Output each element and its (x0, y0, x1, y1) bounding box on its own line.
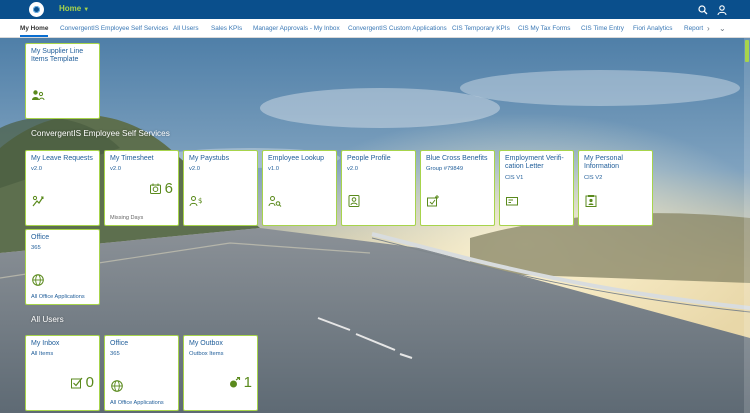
tile-kpi: 1 (228, 374, 252, 391)
tile-title: My Leave Requests (31, 155, 93, 162)
tile-title: My Timesheet (110, 155, 154, 162)
tile-subtitle: CIS V1 (505, 175, 524, 181)
caret-down-icon: ▼ (83, 7, 90, 13)
home-menu-button[interactable]: Home ▼ (59, 4, 89, 13)
tile-office-365[interactable]: Office 365 All Office Applications (25, 229, 100, 305)
company-logo[interactable] (29, 2, 44, 17)
tab-my-home[interactable]: My Home (20, 25, 48, 32)
group-tabs: My Home ConvergentIS Employee Self Servi… (0, 19, 750, 38)
tile-subtitle: 365 (110, 351, 120, 357)
timesheet-icon (149, 183, 161, 194)
tile-office-365-users[interactable]: Office 365 All Office Applications (104, 335, 179, 411)
tab-all-users[interactable]: All Users (173, 25, 199, 32)
scroll-thumb[interactable] (745, 40, 749, 62)
tile-subtitle: All Items (31, 351, 54, 357)
tile-title: Employment Verifi-cation Letter (505, 155, 564, 171)
tile-footer: All Office Applications (31, 294, 85, 300)
tile-kpi: 0 (70, 374, 94, 391)
section-title-all-users: All Users (31, 315, 64, 324)
tile-blue-cross-benefits[interactable]: Blue Cross Benefits Group #79849 (420, 150, 495, 226)
inbox-check-icon (70, 377, 83, 389)
tile-title: My Personal Information (584, 155, 623, 171)
tile-my-timesheet[interactable]: My Timesheet v2.0 6 Missing Days (104, 150, 179, 226)
user-icon[interactable] (716, 3, 728, 16)
shell-header: Home ▼ (0, 0, 750, 19)
tile-title: People Profile (347, 155, 391, 162)
employee-lookup-icon (268, 194, 282, 208)
tile-title: Employee Lookup (268, 155, 325, 162)
globe-icon (110, 379, 124, 393)
tab-report[interactable]: Report (684, 25, 704, 32)
paystub-icon: $ (189, 194, 203, 208)
tile-my-paystubs[interactable]: My Paystubs v2.0 $ (183, 150, 258, 226)
tile-supplier-line-items[interactable]: My Supplier Line Items Template (25, 43, 100, 119)
tile-title: My Supplier Line Items Template (31, 48, 84, 64)
tile-my-personal-information[interactable]: My Personal Information CIS V2 (578, 150, 653, 226)
tile-employee-lookup[interactable]: Employee Lookup v1.0 (262, 150, 337, 226)
tile-footer: Missing Days (110, 215, 144, 221)
kpi-value: 0 (85, 374, 94, 391)
tile-subtitle: v2.0 (110, 166, 121, 172)
tile-footer: All Office Applications (110, 400, 164, 406)
tile-subtitle: 365 (31, 245, 41, 251)
tile-title: Office (31, 234, 50, 241)
letter-icon (505, 194, 519, 208)
tile-title: My Inbox (31, 340, 60, 347)
tile-title: My Paystubs (189, 155, 230, 162)
tile-subtitle: v2.0 (31, 166, 42, 172)
tile-subtitle: v2.0 (347, 166, 358, 172)
tile-my-leave-requests[interactable]: My Leave Requests v2.0 (25, 150, 100, 226)
tile-subtitle: v1.0 (268, 166, 279, 172)
tab-manager-approvals[interactable]: Manager Approvals - My Inbox (253, 25, 340, 32)
globe-icon (31, 273, 45, 287)
kpi-value: 6 (164, 180, 173, 197)
tile-people-profile[interactable]: People Profile v2.0 (341, 150, 416, 226)
tab-employee-self-services[interactable]: ConvergentIS Employee Self Services (60, 25, 168, 32)
personal-info-icon (584, 194, 598, 208)
chevron-right-icon[interactable]: › (707, 24, 710, 33)
people-icon (31, 88, 45, 102)
tab-temporary-kpis[interactable]: CIS Temporary KPIs (452, 25, 510, 32)
tab-custom-applications[interactable]: ConvergentIS Custom Applications (348, 25, 447, 32)
tile-subtitle: Group #79849 (426, 166, 464, 172)
leave-request-icon (31, 194, 45, 208)
home-title: Home (59, 4, 82, 13)
tab-sales-kpis[interactable]: Sales KPIs (211, 25, 242, 32)
tile-title: Office (110, 340, 129, 347)
page-scrollbar[interactable] (744, 38, 750, 413)
tile-title: Blue Cross Benefits (426, 155, 488, 162)
search-icon[interactable] (697, 3, 709, 15)
svg-text:$: $ (198, 197, 202, 205)
benefits-icon (426, 194, 440, 208)
tile-subtitle: Outbox Items (189, 351, 224, 357)
active-tab-indicator (20, 35, 48, 37)
tile-title: My Outbox (189, 340, 223, 347)
tile-my-outbox[interactable]: My Outbox Outbox Items 1 (183, 335, 258, 411)
kpi-value: 1 (243, 374, 252, 391)
tab-my-tax-forms[interactable]: CIS My Tax Forms (518, 25, 570, 32)
section-title-ess: ConvergentIS Employee Self Services (31, 129, 170, 138)
tab-time-entry[interactable]: CIS Time Entry (581, 25, 624, 32)
tab-fiori-analytics[interactable]: Fiori Analytics (633, 25, 672, 32)
tile-subtitle: v2.0 (189, 166, 200, 172)
profile-card-icon (347, 194, 361, 208)
tile-kpi: 6 (149, 180, 173, 197)
tile-employment-verification-letter[interactable]: Employment Verifi-cation Letter CIS V1 (499, 150, 574, 226)
tile-my-inbox[interactable]: My Inbox All Items 0 (25, 335, 100, 411)
chevron-down-icon[interactable]: ⌄ (719, 24, 726, 33)
outbox-icon (229, 376, 240, 388)
tile-subtitle: CIS V2 (584, 175, 603, 181)
